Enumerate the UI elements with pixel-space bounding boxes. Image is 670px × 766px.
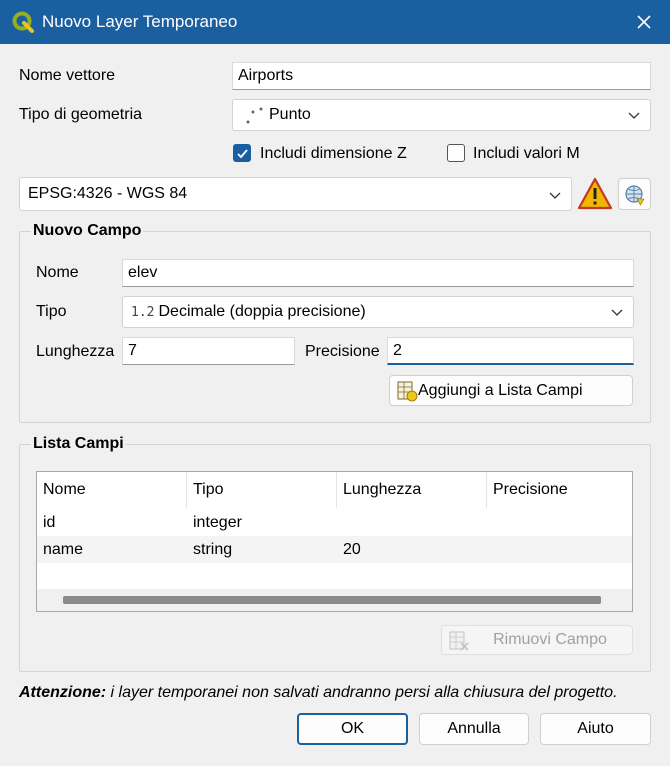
qgis-logo-icon bbox=[12, 11, 34, 33]
add-to-field-list-label: Aggiungi a Lista Campi bbox=[418, 382, 583, 399]
column-header-type[interactable]: Tipo bbox=[187, 472, 337, 508]
window-title: Nuovo Layer Temporaneo bbox=[42, 12, 238, 31]
field-name-input[interactable]: elev bbox=[122, 259, 634, 287]
remove-field-button[interactable]: Rimuovi Campo bbox=[441, 625, 633, 655]
warning-icon[interactable] bbox=[577, 177, 613, 211]
layer-name-label: Nome vettore bbox=[19, 67, 116, 84]
table-cell bbox=[487, 509, 493, 536]
crs-selector-button[interactable] bbox=[618, 178, 651, 210]
layer-name-input[interactable]: Airports bbox=[232, 62, 651, 90]
table-row[interactable]: id integer bbox=[37, 509, 632, 536]
field-precision-label: Precisione bbox=[305, 343, 380, 360]
help-button[interactable]: Aiuto bbox=[540, 713, 651, 745]
field-length-input[interactable]: 7 bbox=[122, 337, 295, 365]
table-cell: 20 bbox=[343, 541, 361, 558]
add-to-field-list-button[interactable]: Aggiungi a Lista Campi bbox=[389, 375, 633, 406]
geometry-type-select[interactable]: Punto bbox=[232, 99, 651, 131]
include-m-label[interactable]: Includi valori M bbox=[473, 145, 580, 163]
geometry-type-value: Punto bbox=[269, 106, 311, 123]
chevron-down-icon bbox=[549, 192, 561, 199]
table-cell: id bbox=[43, 514, 56, 531]
decimal-type-icon: 1.2 bbox=[131, 305, 155, 320]
field-type-value: Decimale (doppia precisione) bbox=[158, 303, 366, 320]
new-field-group-title: Nuovo Campo bbox=[31, 222, 144, 240]
column-header-length[interactable]: Lunghezza bbox=[337, 472, 487, 508]
field-list-table[interactable]: Nome Tipo Lunghezza Precisione id intege… bbox=[36, 471, 633, 612]
warning-prefix: Attenzione: bbox=[19, 684, 107, 701]
column-header-name[interactable]: Nome bbox=[37, 472, 187, 508]
chevron-down-icon bbox=[628, 112, 640, 119]
field-length-label: Lunghezza bbox=[36, 343, 115, 360]
close-icon[interactable] bbox=[632, 10, 656, 34]
column-header-precision[interactable]: Precisione bbox=[487, 472, 632, 508]
field-type-label: Tipo bbox=[36, 303, 67, 320]
globe-crs-icon bbox=[625, 185, 645, 206]
chevron-down-icon bbox=[611, 309, 623, 316]
include-z-label[interactable]: Includi dimensione Z bbox=[260, 145, 407, 163]
table-cell: string bbox=[193, 541, 233, 558]
field-name-label: Nome bbox=[36, 264, 79, 281]
field-list-group-title: Lista Campi bbox=[31, 435, 126, 453]
include-z-checkbox[interactable] bbox=[233, 144, 251, 162]
table-row[interactable]: name string 20 bbox=[37, 536, 632, 563]
add-field-icon bbox=[397, 381, 418, 402]
table-cell: integer bbox=[193, 514, 242, 531]
title-bar: Nuovo Layer Temporaneo bbox=[0, 0, 670, 44]
field-precision-input[interactable]: 2 bbox=[387, 337, 634, 365]
checkmark-icon bbox=[237, 149, 248, 159]
remove-field-icon bbox=[449, 631, 469, 651]
field-type-select[interactable]: 1.2 Decimale (doppia precisione) bbox=[122, 296, 634, 328]
geometry-type-label: Tipo di geometria bbox=[19, 106, 143, 123]
crs-value: EPSG:4326 - WGS 84 bbox=[28, 185, 188, 202]
scrollbar-thumb[interactable] bbox=[63, 596, 601, 604]
include-m-checkbox[interactable] bbox=[447, 144, 465, 162]
remove-field-label: Rimuovi Campo bbox=[493, 631, 607, 648]
point-geometry-icon bbox=[246, 107, 263, 124]
warning-text: i layer temporanei non salvati andranno … bbox=[106, 684, 618, 701]
table-cell: name bbox=[43, 541, 84, 558]
ok-button[interactable]: OK bbox=[297, 713, 408, 745]
horizontal-scrollbar[interactable] bbox=[37, 589, 632, 611]
cancel-button[interactable]: Annulla bbox=[419, 713, 529, 745]
table-cell bbox=[337, 509, 343, 536]
crs-select[interactable]: EPSG:4326 - WGS 84 bbox=[19, 177, 572, 211]
temporary-layer-warning: Attenzione: i layer temporanei non salva… bbox=[19, 684, 618, 702]
table-cell bbox=[487, 536, 493, 563]
